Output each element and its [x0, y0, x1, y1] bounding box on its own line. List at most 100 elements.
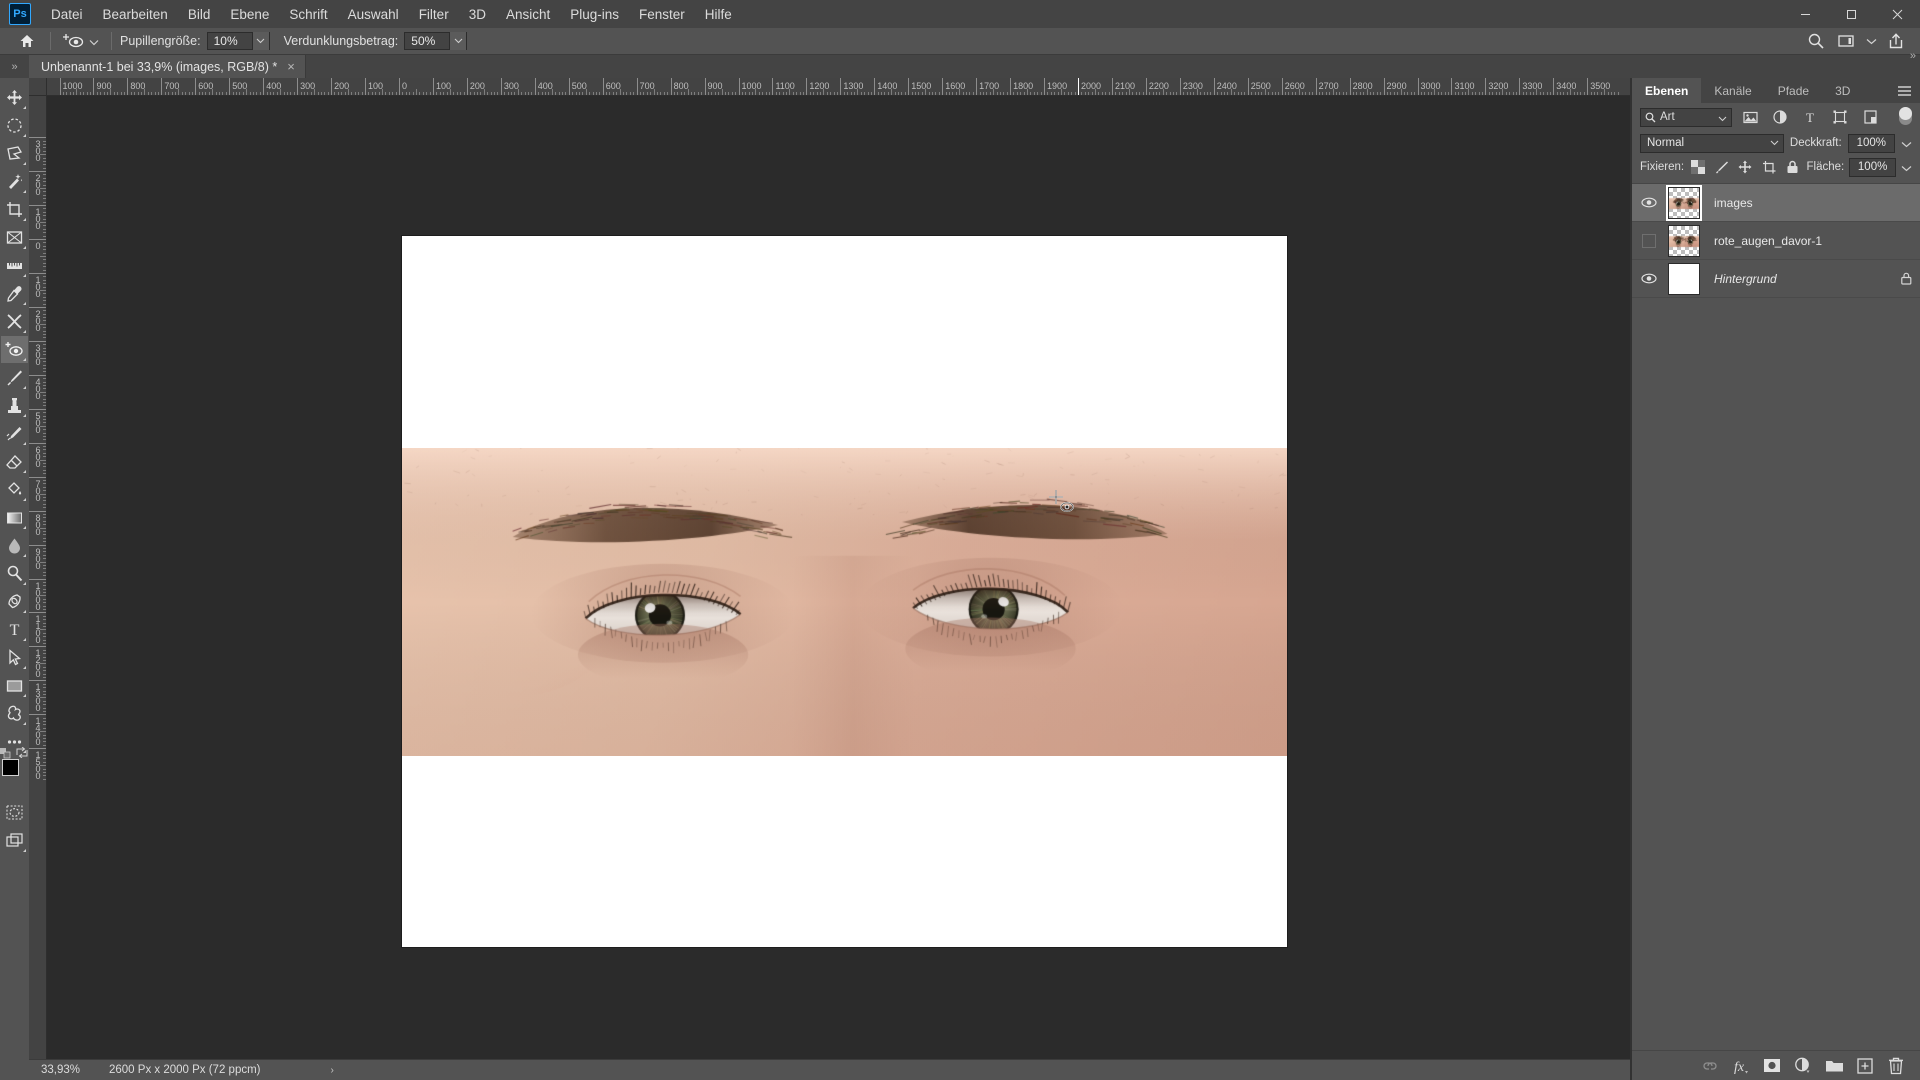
layer-filter-type-select[interactable]: Art	[1640, 108, 1732, 127]
table-row[interactable]: images	[1632, 184, 1920, 222]
pupil-size-dropdown[interactable]	[252, 32, 269, 50]
custom-shape-tool[interactable]	[1, 700, 28, 727]
marquee-tool[interactable]	[1, 112, 28, 139]
ruler-tool[interactable]	[1, 252, 28, 279]
menu-ansicht[interactable]: Ansicht	[496, 3, 560, 26]
quick-mask-button[interactable]	[1, 799, 28, 826]
tab-kanaele[interactable]: Kanäle	[1701, 78, 1764, 103]
screen-mode-button[interactable]	[1, 827, 28, 854]
tab-3d[interactable]: 3D	[1822, 78, 1863, 103]
new-layer-button[interactable]	[1853, 1054, 1877, 1078]
layer-name[interactable]: Hintergrund	[1706, 272, 1892, 286]
table-row[interactable]: Hintergrund	[1632, 260, 1920, 298]
frame-tool[interactable]	[1, 224, 28, 251]
share-button[interactable]	[1882, 29, 1910, 53]
healing-brush-tool[interactable]	[1, 308, 28, 335]
filter-pixel-layers-button[interactable]	[1738, 106, 1762, 128]
eraser-tool[interactable]	[1, 448, 28, 475]
pupil-size-input[interactable]	[208, 34, 252, 48]
panel-menu-button[interactable]	[1897, 78, 1912, 103]
pupil-size-field[interactable]	[207, 32, 270, 50]
table-row[interactable]: rote_augen_davor-1	[1632, 222, 1920, 260]
crop-tool[interactable]	[1, 196, 28, 223]
vertical-ruler[interactable]: 300 200 100 0 100 200 300 400 500 600 700 800 900 100…	[29, 96, 47, 1059]
opacity-value[interactable]: 100%	[1848, 134, 1895, 153]
move-tool[interactable]	[1, 84, 28, 111]
menu-3d[interactable]: 3D	[459, 3, 496, 26]
minimize-button[interactable]	[1782, 0, 1828, 28]
filter-type-layers-button[interactable]: T	[1798, 106, 1822, 128]
blend-mode-select[interactable]: Normal	[1640, 134, 1784, 153]
menu-ebene[interactable]: Ebene	[220, 3, 279, 26]
layer-name[interactable]: images	[1706, 196, 1892, 210]
tool-preset-caret[interactable]	[89, 34, 99, 49]
menu-datei[interactable]: Datei	[41, 3, 93, 26]
lock-image-button[interactable]	[1713, 158, 1731, 177]
menu-plugins[interactable]: Plug-ins	[560, 3, 629, 26]
tab-pfade[interactable]: Pfade	[1765, 78, 1822, 103]
history-brush-tool[interactable]	[1, 420, 28, 447]
maximize-button[interactable]	[1828, 0, 1874, 28]
paint-bucket-tool[interactable]	[1, 476, 28, 503]
tool-preset-picker[interactable]	[59, 31, 103, 51]
menu-bild[interactable]: Bild	[178, 3, 221, 26]
canvas-area[interactable]	[47, 96, 1630, 1059]
layer-visibility-toggle[interactable]	[1636, 184, 1662, 222]
layer-visibility-toggle[interactable]	[1636, 260, 1662, 298]
opacity-dropdown[interactable]	[1901, 136, 1912, 151]
link-layers-button[interactable]	[1698, 1054, 1722, 1078]
red-eye-tool[interactable]	[1, 336, 28, 363]
layer-style-button[interactable]: fx	[1729, 1054, 1753, 1078]
path-selection-tool[interactable]	[1, 644, 28, 671]
layer-thumbnail-cell[interactable]	[1662, 187, 1706, 219]
quick-selection-tool[interactable]	[1, 168, 28, 195]
tab-ebenen[interactable]: Ebenen	[1632, 78, 1701, 103]
darken-amount-field[interactable]	[404, 32, 467, 50]
darken-amount-dropdown[interactable]	[449, 32, 466, 50]
layer-mask-button[interactable]	[1760, 1054, 1784, 1078]
brush-tool[interactable]	[1, 364, 28, 391]
fill-dropdown[interactable]	[1901, 160, 1912, 175]
foreground-color-swatch[interactable]	[2, 759, 19, 776]
layer-filter-caret[interactable]	[1718, 110, 1727, 125]
artboard[interactable]	[402, 236, 1287, 947]
layer-name[interactable]: rote_augen_davor-1	[1706, 234, 1892, 248]
menu-bearbeiten[interactable]: Bearbeiten	[93, 3, 178, 26]
menu-filter[interactable]: Filter	[409, 3, 459, 26]
menu-fenster[interactable]: Fenster	[629, 3, 695, 26]
adjustment-layer-button[interactable]	[1791, 1054, 1815, 1078]
darken-amount-input[interactable]	[405, 34, 449, 48]
layer-thumbnail-cell[interactable]	[1662, 225, 1706, 257]
search-button[interactable]	[1802, 29, 1830, 53]
fill-value[interactable]: 100%	[1849, 158, 1896, 177]
gradient-tool[interactable]	[1, 504, 28, 531]
lock-position-button[interactable]	[1736, 158, 1754, 177]
workspace-button[interactable]	[1832, 29, 1860, 53]
menu-hilfe[interactable]: Hilfe	[695, 3, 742, 26]
clone-stamp-tool[interactable]	[1, 392, 28, 419]
eyedropper-tool[interactable]	[1, 280, 28, 307]
lock-artboard-button[interactable]	[1760, 158, 1778, 177]
layer-thumbnail-cell[interactable]	[1662, 263, 1706, 295]
home-button[interactable]	[12, 28, 42, 55]
ruler-corner[interactable]	[29, 78, 47, 96]
filter-toggle[interactable]	[1899, 106, 1912, 128]
lock-transparency-button[interactable]	[1689, 158, 1707, 177]
lasso-tool[interactable]	[1, 140, 28, 167]
lock-all-button[interactable]	[1783, 158, 1801, 177]
filter-shape-layers-button[interactable]	[1828, 106, 1852, 128]
new-group-button[interactable]	[1822, 1054, 1846, 1078]
workspace-dropdown[interactable]	[1862, 29, 1880, 53]
dodge-tool[interactable]	[1, 560, 28, 587]
zoom-level[interactable]: 33,93%	[29, 1064, 101, 1076]
menu-schrift[interactable]: Schrift	[279, 3, 337, 26]
type-tool[interactable]: T	[1, 616, 28, 643]
document-tab[interactable]: Unbenannt-1 bei 33,9% (images, RGB/8) * …	[29, 55, 306, 78]
menu-auswahl[interactable]: Auswahl	[338, 3, 409, 26]
delete-layer-button[interactable]	[1884, 1054, 1908, 1078]
document-tab-close-icon[interactable]: ×	[287, 60, 295, 73]
rectangle-tool[interactable]	[1, 672, 28, 699]
panel-collapse-left[interactable]: »	[0, 55, 29, 78]
pen-tool[interactable]	[1, 588, 28, 615]
filter-smart-objects-button[interactable]	[1858, 106, 1882, 128]
